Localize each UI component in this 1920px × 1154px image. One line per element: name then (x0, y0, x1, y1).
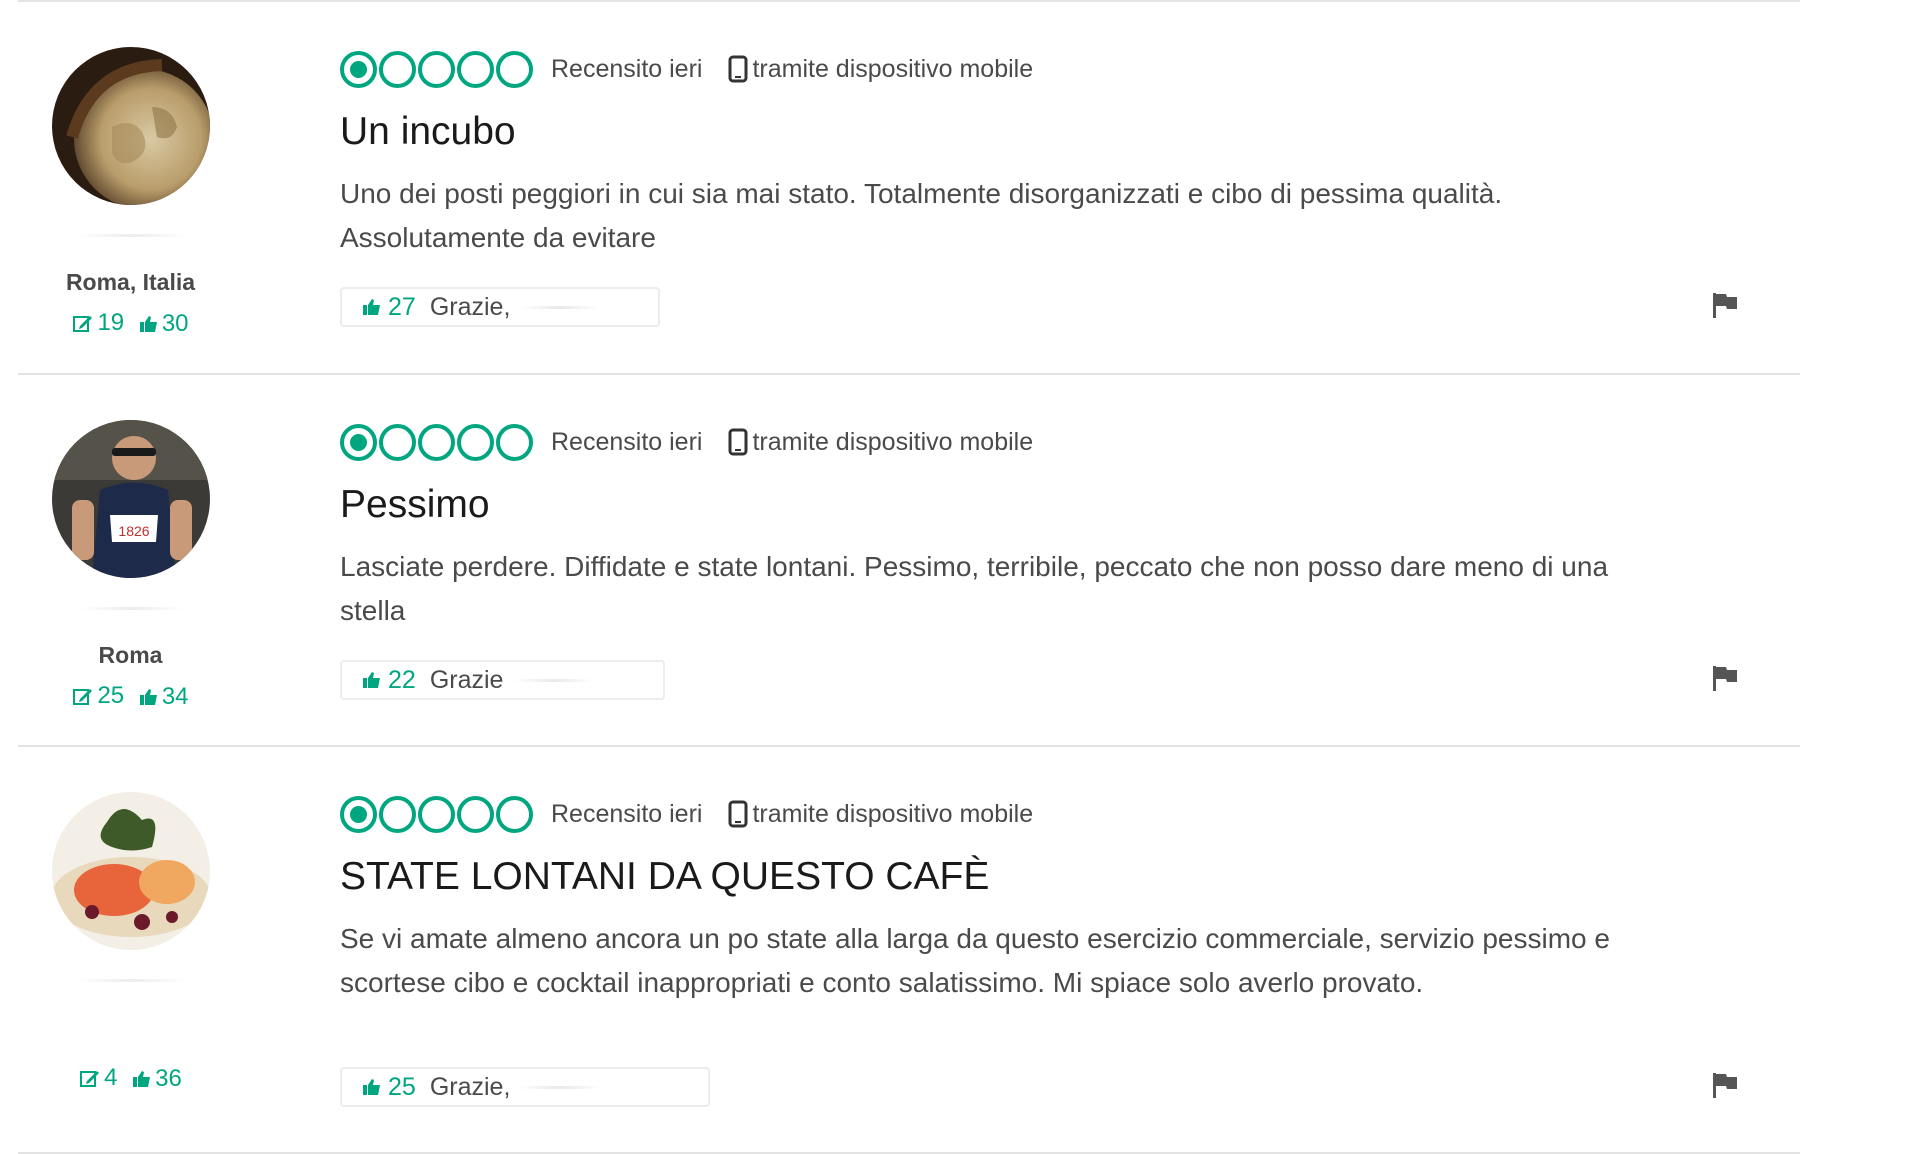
review-text: Se vi amate almeno ancora un po state al… (340, 923, 1610, 998)
flag-icon[interactable] (1710, 663, 1740, 693)
avatar[interactable] (52, 47, 210, 205)
thumbs-up-icon (363, 672, 380, 688)
reviews-list: Roma, Italia 19 30 Recensito ieri tramit… (18, 0, 1800, 1154)
mobile-phone-icon (728, 800, 748, 828)
helpful-votes-count: 30 (161, 310, 189, 337)
thumbs-up-icon (139, 316, 157, 332)
review-title[interactable]: STATE LONTANI DA QUESTO CAFÈ (340, 855, 989, 899)
contributions-stat: 4 (79, 1064, 117, 1092)
review-card: 4 36 Recensito ieri tramite dispositivo … (18, 747, 1800, 1152)
thanks-label: Grazie, (429, 292, 511, 321)
contributions-count: 25 (97, 682, 125, 709)
helpful-votes-count: 34 (161, 683, 189, 710)
globe-avatar-image (52, 47, 210, 205)
helpful-votes-count: 36 (155, 1065, 182, 1092)
review-title[interactable]: Pessimo (340, 483, 490, 527)
thanks-button[interactable]: 27 Grazie, (340, 287, 660, 327)
rating-bubble-empty (379, 423, 416, 461)
device-label: tramite dispositivo mobile (752, 799, 1034, 828)
member-stats: 25 34 (18, 682, 243, 714)
rating-bubble-filled (340, 795, 377, 833)
mobile-phone-icon (728, 55, 748, 83)
flag-icon[interactable] (1710, 1070, 1740, 1100)
rating-bubble-empty (457, 50, 494, 88)
pencil-square-icon (73, 689, 93, 705)
pencil-square-icon (73, 316, 93, 332)
thanks-user-blurred (520, 1085, 601, 1089)
device-info: tramite dispositivo mobile (728, 800, 1033, 829)
svg-text:1826: 1826 (118, 523, 149, 539)
review-meta: Recensito ieri tramite dispositivo mobil… (340, 420, 1033, 464)
device-label: tramite dispositivo mobile (752, 427, 1034, 456)
flag-icon[interactable] (1710, 290, 1740, 320)
rating-bubble-filled (340, 423, 377, 461)
rating-bubble-empty (496, 50, 533, 88)
thumbs-up-icon (139, 689, 157, 705)
thanks-user-blurred (513, 678, 594, 682)
thanks-count: 25 (388, 1072, 416, 1101)
rating-bubbles (340, 50, 533, 88)
member-stats: 4 36 (18, 1064, 243, 1096)
thumbs-up-icon (363, 1079, 380, 1095)
thanks-count: 27 (388, 292, 416, 321)
thanks-button[interactable]: 22 Grazie (340, 660, 665, 700)
rating-bubble-filled (340, 50, 377, 88)
member-name-blurred[interactable] (80, 607, 184, 610)
thanks-label: Grazie (429, 665, 504, 694)
member-location: Roma, Italia (65, 269, 196, 295)
rating-bubbles (340, 423, 533, 461)
rating-bubble-empty (379, 50, 416, 88)
review-text: Lasciate perdere. Diffidate e state lont… (340, 551, 1609, 626)
rating-bubble-empty (418, 795, 455, 833)
review-date: Recensito ieri (551, 427, 703, 456)
helpful-votes-stat: 36 (132, 1065, 182, 1093)
review-meta: Recensito ieri tramite dispositivo mobil… (340, 792, 1033, 836)
device-info: tramite dispositivo mobile (728, 428, 1033, 457)
rating-bubble-empty (379, 795, 416, 833)
runner-avatar-image: 1826 (52, 420, 210, 578)
member-name-blurred[interactable] (80, 234, 184, 237)
rating-bubble-empty (457, 423, 494, 461)
rating-bubble-empty (496, 795, 533, 833)
contributions-stat: 25 (72, 682, 124, 710)
contributions-count: 19 (97, 309, 125, 336)
rating-bubble-empty (418, 423, 455, 461)
rating-bubble-empty (496, 423, 533, 461)
thanks-user-blurred (520, 305, 601, 309)
thumbs-up-icon (133, 1071, 151, 1087)
contributions-count: 4 (104, 1064, 118, 1091)
thanks-count: 22 (388, 665, 416, 694)
helpful-votes-stat: 34 (139, 683, 189, 711)
review-meta: Recensito ieri tramite dispositivo mobil… (340, 47, 1033, 91)
review-card: Roma, Italia 19 30 Recensito ieri tramit… (18, 2, 1800, 373)
thumbs-up-icon (363, 299, 380, 315)
contributions-stat: 19 (72, 309, 124, 337)
review-date: Recensito ieri (551, 799, 703, 828)
device-label: tramite dispositivo mobile (752, 54, 1034, 83)
pencil-square-icon (80, 1071, 100, 1087)
rating-bubbles (340, 795, 533, 833)
member-name-blurred[interactable] (80, 979, 184, 982)
review-card: 1826 Roma 25 34 Recensito ieri tramite d… (18, 375, 1800, 745)
member-stats: 19 30 (18, 309, 243, 341)
mobile-phone-icon (728, 428, 748, 456)
thanks-button[interactable]: 25 Grazie, (340, 1067, 710, 1107)
rating-bubble-empty (418, 50, 455, 88)
review-title[interactable]: Un incubo (340, 110, 516, 154)
rating-bubble-empty (457, 795, 494, 833)
device-info: tramite dispositivo mobile (728, 55, 1033, 84)
avatar[interactable]: 1826 (52, 420, 210, 578)
avatar[interactable] (52, 792, 210, 950)
thanks-label: Grazie, (429, 1072, 511, 1101)
review-text: Uno dei posti peggiori in cui sia mai st… (340, 178, 1503, 253)
review-date: Recensito ieri (551, 54, 703, 83)
helpful-votes-stat: 30 (139, 310, 189, 338)
food-avatar-image (52, 792, 210, 950)
member-location: Roma (98, 642, 163, 668)
